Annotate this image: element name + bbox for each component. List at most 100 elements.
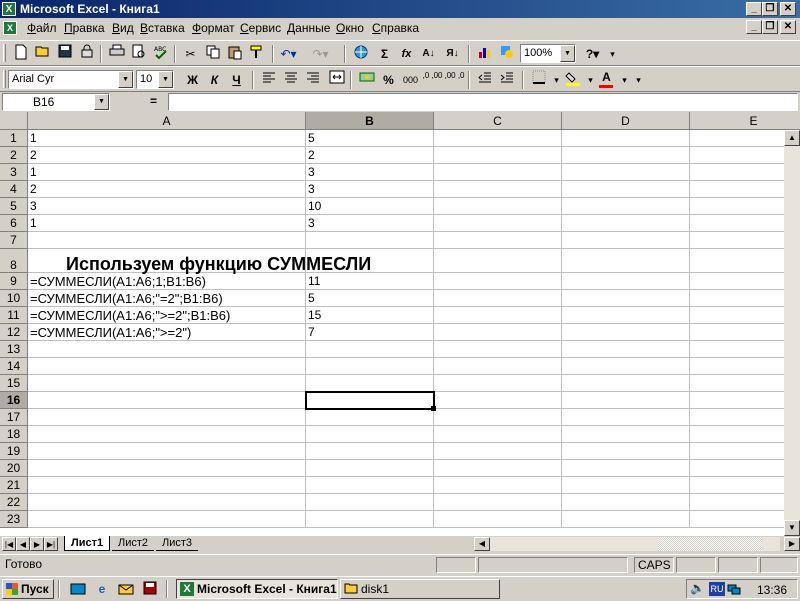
row-header-18[interactable]: 18 (0, 426, 28, 443)
sheet-tab-3[interactable]: Лист3 (156, 536, 199, 551)
font-size-select[interactable]: 10 ▼ (136, 70, 174, 89)
cell-d13[interactable] (562, 341, 690, 358)
menu-tools[interactable]: Сервис (240, 21, 281, 35)
decrease-indent-icon[interactable] (474, 70, 495, 90)
cell-a14[interactable] (28, 358, 306, 375)
menu-window[interactable]: Окно (336, 21, 364, 35)
save-icon[interactable] (142, 581, 158, 597)
cell-c23[interactable] (434, 511, 562, 528)
maximize-button[interactable]: ❐ (762, 2, 778, 16)
cell-b1[interactable]: 5 (306, 130, 434, 147)
cell-c13[interactable] (434, 341, 562, 358)
cell-a23[interactable] (28, 511, 306, 528)
undo-icon[interactable]: ↶▾ (278, 44, 299, 64)
cell-d10[interactable] (562, 290, 690, 307)
cell-c16[interactable] (434, 392, 562, 409)
print-icon[interactable] (106, 44, 127, 64)
row-header-19[interactable]: 19 (0, 443, 28, 460)
cell-a8[interactable]: Используем функцию СУММЕСЛИ (28, 249, 371, 274)
cell-b21[interactable] (306, 477, 434, 494)
start-button[interactable]: Пуск (2, 579, 54, 599)
cell-a5[interactable]: 3 (28, 198, 306, 215)
cell-d18[interactable] (562, 426, 690, 443)
cell-b8[interactable] (306, 249, 434, 273)
cell-c15[interactable] (434, 375, 562, 392)
cell-d3[interactable] (562, 164, 690, 181)
fill-handle[interactable] (431, 406, 436, 411)
cell-b12[interactable]: 7 (306, 324, 434, 341)
show-desktop-icon[interactable] (70, 581, 86, 597)
cell-b3[interactable]: 3 (306, 164, 434, 181)
last-sheet-icon[interactable]: ▶| (44, 537, 58, 551)
cell-c12[interactable] (434, 324, 562, 341)
cell-d15[interactable] (562, 375, 690, 392)
cell-d6[interactable] (562, 215, 690, 232)
chevron-down-icon[interactable]: ▼ (158, 71, 173, 88)
sheet-tab-2[interactable]: Лист2 (112, 536, 155, 551)
cell-a22[interactable] (28, 494, 306, 511)
row-header-15[interactable]: 15 (0, 375, 28, 392)
cell-b23[interactable] (306, 511, 434, 528)
toolbar-grip[interactable] (3, 70, 6, 88)
row-header-12[interactable]: 12 (0, 324, 28, 341)
cell-c4[interactable] (434, 181, 562, 198)
increase-decimal-button[interactable]: ,0 ,00 (422, 70, 443, 90)
cell-a4[interactable]: 2 (28, 181, 306, 198)
cell-a10[interactable]: =СУММЕСЛИ(A1:A6;"=2";B1:B6) (28, 290, 306, 307)
row-header-6[interactable]: 6 (0, 215, 28, 232)
excel-icon[interactable]: X (2, 2, 16, 16)
cell-b9[interactable]: 11 (306, 273, 434, 290)
row-header-17[interactable]: 17 (0, 409, 28, 426)
cell-b13[interactable] (306, 341, 434, 358)
cell-d7[interactable] (562, 232, 690, 249)
row-header-9[interactable]: 9 (0, 273, 28, 290)
row-header-4[interactable]: 4 (0, 181, 28, 198)
cell-b10[interactable]: 5 (306, 290, 434, 307)
cell-c6[interactable] (434, 215, 562, 232)
increase-indent-icon[interactable] (496, 70, 517, 90)
row-header-23[interactable]: 23 (0, 511, 28, 528)
row-header-10[interactable]: 10 (0, 290, 28, 307)
cell-b5[interactable]: 10 (306, 198, 434, 215)
cell-d21[interactable] (562, 477, 690, 494)
percent-button[interactable]: % (378, 70, 399, 90)
row-header-8[interactable]: 8 (0, 249, 28, 273)
cell-c5[interactable] (434, 198, 562, 215)
task-excel[interactable]: X Microsoft Excel - Книга1 (176, 579, 338, 599)
row-header-3[interactable]: 3 (0, 164, 28, 181)
select-all-corner[interactable] (0, 112, 28, 130)
underline-button[interactable]: Ч (226, 70, 247, 90)
cell-c7[interactable] (434, 232, 562, 249)
cell-b19[interactable] (306, 443, 434, 460)
cell-d22[interactable] (562, 494, 690, 511)
cell-d5[interactable] (562, 198, 690, 215)
cell-b15[interactable] (306, 375, 434, 392)
chevron-down-icon[interactable]: ▼ (94, 94, 109, 110)
cell-b4[interactable]: 3 (306, 181, 434, 198)
cell-a17[interactable] (28, 409, 306, 426)
cell-d17[interactable] (562, 409, 690, 426)
chart-wizard-icon[interactable] (474, 44, 495, 64)
currency-icon[interactable] (356, 70, 377, 90)
formula-input[interactable] (168, 93, 798, 111)
thousands-button[interactable]: 000 (400, 70, 421, 90)
menu-data[interactable]: Данные (287, 21, 330, 35)
task-disk1[interactable]: disk1 (340, 579, 500, 599)
cell-d4[interactable] (562, 181, 690, 198)
cell-c20[interactable] (434, 460, 562, 477)
column-header-d[interactable]: D (562, 112, 690, 130)
cell-d11[interactable] (562, 307, 690, 324)
chevron-down-icon[interactable]: ▼ (118, 71, 133, 88)
row-header-13[interactable]: 13 (0, 341, 28, 358)
font-name-select[interactable]: Arial Cyr ▼ (8, 70, 134, 89)
new-icon[interactable] (10, 44, 31, 64)
scroll-left-icon[interactable]: ◀ (474, 537, 490, 551)
row-header-21[interactable]: 21 (0, 477, 28, 494)
row-header-1[interactable]: 1 (0, 130, 28, 147)
cell-b17[interactable] (306, 409, 434, 426)
autosum-icon[interactable]: Σ (374, 44, 395, 64)
cell-a11[interactable]: =СУММЕСЛИ(A1:A6;">=2";B1:B6) (28, 307, 306, 324)
cell-d14[interactable] (562, 358, 690, 375)
cell-a6[interactable]: 1 (28, 215, 306, 232)
cell-c10[interactable] (434, 290, 562, 307)
